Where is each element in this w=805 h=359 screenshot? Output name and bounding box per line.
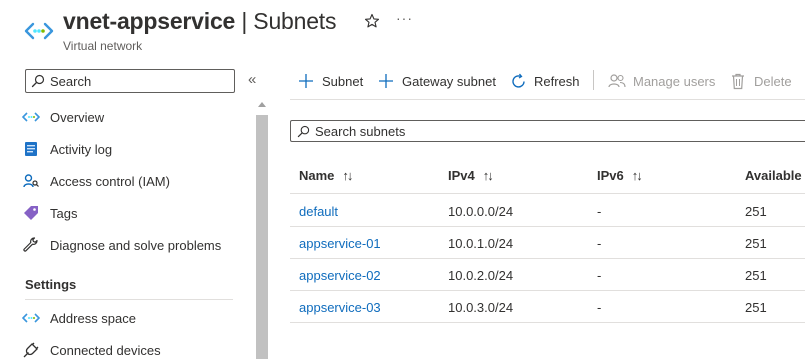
- ipv6-cell: -: [597, 268, 602, 283]
- ipv4-cell: 10.0.2.0/24: [448, 268, 514, 283]
- delete-button[interactable]: Delete: [728, 70, 792, 92]
- subnet-name-link[interactable]: appservice-01: [299, 236, 381, 251]
- column-header-ipv6[interactable]: IPv6 ↑↓: [597, 168, 643, 183]
- sort-icon[interactable]: ↑↓: [342, 168, 353, 183]
- vnet-icon: [22, 108, 40, 126]
- trash-icon: [728, 71, 748, 91]
- table-row[interactable]: appservice-03 10.0.3.0/24 - 251: [290, 291, 805, 323]
- tag-icon: [22, 204, 40, 222]
- add-subnet-button[interactable]: Subnet: [296, 70, 363, 92]
- more-options-icon[interactable]: ···: [396, 10, 413, 26]
- virtual-network-icon: [24, 22, 54, 40]
- toolbar-divider: [593, 70, 594, 90]
- menu-item-label: Access control (IAM): [50, 173, 170, 189]
- section-divider: [25, 299, 233, 300]
- menu-item-address-space[interactable]: Address space: [22, 306, 252, 330]
- column-header-label: Name: [299, 168, 335, 183]
- menu-item-activity-log[interactable]: Activity log: [22, 137, 252, 161]
- settings-section-title: Settings: [25, 277, 77, 292]
- add-subnet-label: Subnet: [322, 73, 364, 89]
- ipv6-cell: -: [597, 236, 602, 251]
- resource-menu: « Overview Activity log Access control (…: [0, 62, 270, 359]
- menu-item-connected-devices[interactable]: Connected devices: [22, 338, 252, 359]
- manage-users-label: Manage users: [633, 73, 716, 89]
- column-header-name[interactable]: Name ↑↓: [299, 168, 353, 183]
- ipv4-cell: 10.0.1.0/24: [448, 236, 514, 251]
- column-header-label: IPv6: [597, 168, 624, 183]
- menu-search-input[interactable]: [50, 72, 230, 90]
- search-icon: [31, 74, 45, 88]
- page-header: vnet-appservice | Subnets Virtual networ…: [0, 0, 805, 62]
- address-space-icon: [22, 309, 40, 327]
- resource-name: vnet-appservice: [63, 8, 236, 34]
- menu-item-label: Activity log: [50, 141, 113, 157]
- ipv4-cell: 10.0.0.0/24: [448, 204, 514, 219]
- column-header-label: IPv4: [448, 168, 475, 183]
- table-row[interactable]: default 10.0.0.0/24 - 251: [290, 195, 805, 227]
- scroll-up-arrow-icon[interactable]: [258, 102, 266, 107]
- manage-users-button[interactable]: Manage users: [607, 70, 715, 92]
- refresh-label: Refresh: [534, 73, 580, 89]
- menu-item-label: Tags: [50, 205, 78, 221]
- menu-item-label: Diagnose and solve problems: [50, 237, 222, 253]
- available-ips-cell: 251: [745, 204, 767, 219]
- sort-icon[interactable]: ↑↓: [632, 168, 643, 183]
- subnet-name-link[interactable]: default: [299, 204, 338, 219]
- column-header-label: Available I: [745, 168, 805, 183]
- plug-icon: [22, 341, 40, 359]
- menu-item-tags[interactable]: Tags: [22, 201, 252, 225]
- ipv6-cell: -: [597, 300, 602, 315]
- command-bar: Subnet Gateway subnet Refresh Manage use…: [290, 62, 805, 100]
- manage-users-icon: [607, 71, 627, 91]
- ipv6-cell: -: [597, 204, 602, 219]
- available-ips-cell: 251: [745, 300, 767, 315]
- subnet-search-box[interactable]: [290, 120, 805, 142]
- subnet-name-link[interactable]: appservice-02: [299, 268, 381, 283]
- refresh-button[interactable]: Refresh: [508, 70, 580, 92]
- available-ips-cell: 251: [745, 268, 767, 283]
- sort-icon[interactable]: ↑↓: [483, 168, 494, 183]
- menu-scrollbar[interactable]: [255, 99, 269, 359]
- table-header: Name ↑↓ IPv4 ↑↓ IPv6 ↑↓ Available I: [290, 158, 805, 194]
- menu-item-access-control[interactable]: Access control (IAM): [22, 169, 252, 193]
- delete-label: Delete: [754, 73, 792, 89]
- subnet-name-link[interactable]: appservice-03: [299, 300, 381, 315]
- plus-icon: [376, 71, 396, 91]
- page-title: vnet-appservice | Subnets: [63, 8, 336, 35]
- add-gateway-subnet-label: Gateway subnet: [402, 73, 496, 89]
- add-gateway-subnet-button[interactable]: Gateway subnet: [376, 70, 496, 92]
- search-icon: [297, 125, 310, 138]
- menu-item-label: Address space: [50, 310, 136, 326]
- available-ips-cell: 251: [745, 236, 767, 251]
- plus-icon: [296, 71, 316, 91]
- collapse-menu-icon[interactable]: «: [248, 71, 256, 88]
- activity-log-icon: [22, 140, 40, 158]
- refresh-icon: [508, 71, 528, 91]
- resource-type: Virtual network: [63, 39, 143, 53]
- menu-item-diagnose[interactable]: Diagnose and solve problems: [22, 233, 252, 257]
- column-header-ipv4[interactable]: IPv4 ↑↓: [448, 168, 494, 183]
- table-row[interactable]: appservice-02 10.0.2.0/24 - 251: [290, 259, 805, 291]
- iam-icon: [22, 172, 40, 190]
- menu-item-overview[interactable]: Overview: [22, 105, 252, 129]
- ipv4-cell: 10.0.3.0/24: [448, 300, 514, 315]
- wrench-icon: [22, 236, 40, 254]
- title-separator: |: [235, 8, 254, 34]
- favorite-star-icon[interactable]: [364, 13, 380, 29]
- menu-item-label: Connected devices: [50, 342, 161, 358]
- blade-name: Subnets: [253, 8, 337, 34]
- scrollbar-thumb[interactable]: [256, 115, 268, 359]
- menu-item-label: Overview: [50, 109, 105, 125]
- column-header-available-ips[interactable]: Available I: [745, 168, 805, 183]
- menu-search-box[interactable]: [25, 69, 235, 93]
- subnet-search-input[interactable]: [315, 123, 715, 139]
- table-row[interactable]: appservice-01 10.0.1.0/24 - 251: [290, 227, 805, 259]
